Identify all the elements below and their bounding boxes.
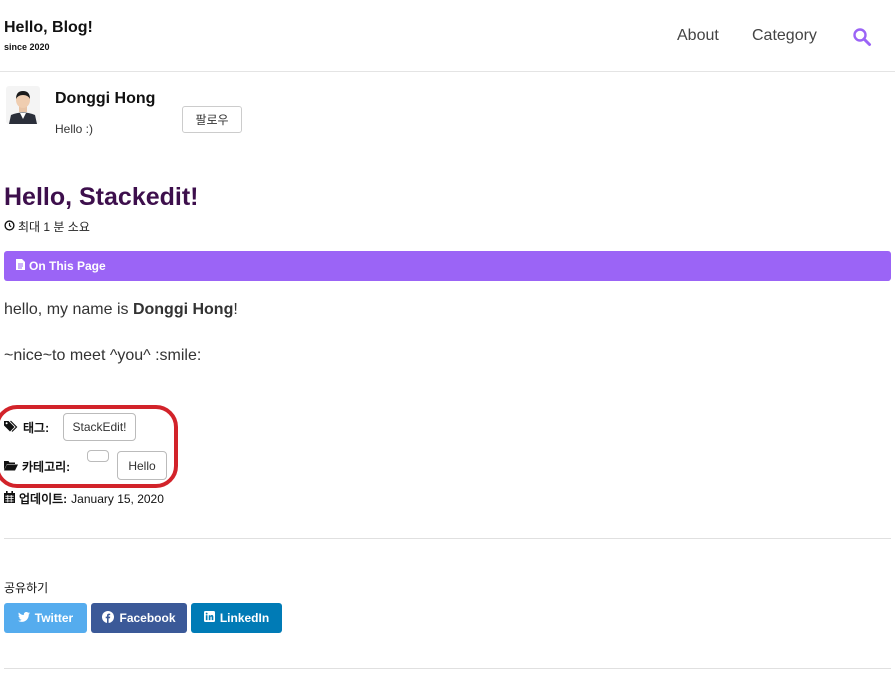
search-icon[interactable] [852, 27, 872, 47]
updated-date: January 15, 2020 [71, 491, 164, 506]
post-title: Hello, Stackedit! [4, 183, 199, 211]
facebook-label: Facebook [119, 611, 176, 625]
linkedin-label: LinkedIn [219, 611, 270, 625]
category-pill-empty[interactable] [87, 450, 109, 462]
read-time-text: 최대 1 분 소요 [18, 220, 90, 234]
tags-label: 태그: [23, 421, 50, 435]
tags-icon [4, 420, 19, 435]
linkedin-icon [203, 611, 215, 625]
read-time: 최대 1 분 소요 [4, 218, 90, 235]
masthead: Hello, Blog! since 2020 About Category [0, 0, 895, 72]
folder-open-icon [4, 460, 18, 474]
share-heading: 공유하기 [4, 581, 49, 595]
twitter-share-button[interactable]: Twitter [4, 603, 87, 633]
body-text-end: ! [233, 301, 238, 318]
twitter-icon [17, 611, 30, 625]
facebook-share-button[interactable]: Facebook [91, 603, 187, 633]
file-icon [16, 257, 25, 275]
category-pill[interactable]: Hello [117, 451, 167, 480]
toc-toggle[interactable]: On This Page [4, 251, 891, 281]
twitter-label: Twitter [34, 611, 74, 625]
body-paragraph-1: hello, my name is Donggi Hong! [4, 301, 238, 319]
linkedin-share-button[interactable]: LinkedIn [191, 603, 282, 633]
tags-row: 태그: [4, 419, 49, 436]
body-text: hello, my name is [4, 301, 133, 318]
site-subtitle: since 2020 [4, 42, 50, 52]
author-avatar [6, 86, 40, 124]
body-bold-name: Donggi Hong [132, 301, 234, 318]
categories-row: 카테고리: [4, 458, 70, 475]
calendar-icon [4, 491, 15, 506]
toc-label: On This Page [29, 259, 106, 273]
follow-button[interactable]: 팔로우 [182, 106, 242, 133]
updated-row: 업데이트: January 15, 2020 [4, 490, 164, 507]
clock-icon [4, 219, 15, 234]
author-name: Donggi Hong [55, 90, 156, 107]
divider-bottom [4, 668, 891, 669]
categories-label: 카테고리: [22, 460, 71, 474]
nav-about[interactable]: About [677, 27, 719, 45]
author-bio: Hello :) [55, 122, 94, 136]
updated-label: 업데이트: [19, 492, 68, 506]
nav-category[interactable]: Category [752, 27, 817, 45]
facebook-icon [102, 610, 115, 626]
divider [4, 538, 891, 539]
site-title[interactable]: Hello, Blog! [4, 19, 93, 37]
body-paragraph-2: ~nice~to meet ^you^ :smile: [4, 347, 202, 364]
tag-pill[interactable]: StackEdit! [63, 413, 136, 441]
